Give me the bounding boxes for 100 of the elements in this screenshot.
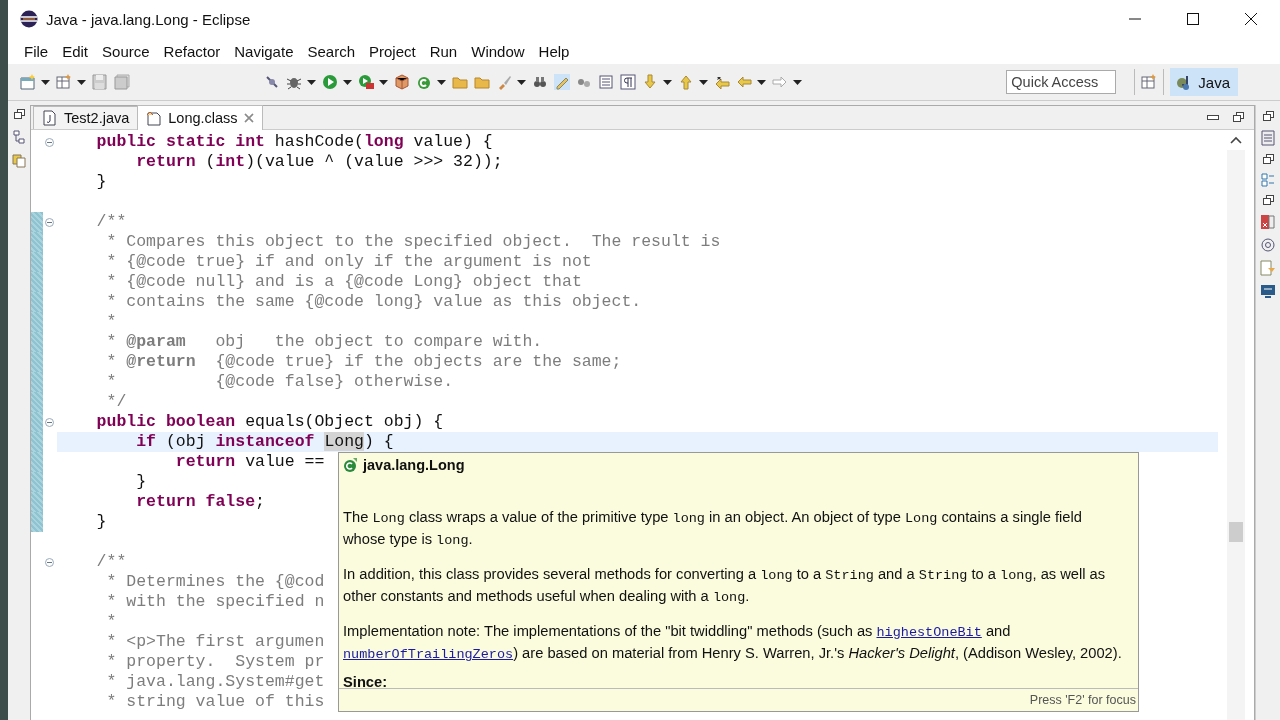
code-line: if (obj instanceof Long) {: [135, 432, 394, 452]
code-line: return (int)(value ^ (value >>> 32));: [135, 152, 503, 172]
code-line: }: [135, 472, 147, 492]
code-line: * {@code null} and is a {@code Long} object that: [105, 272, 582, 292]
dropdown-caret-icon[interactable]: [77, 79, 86, 85]
package-icon[interactable]: [394, 74, 410, 90]
menu-item[interactable]: Navigate: [226, 42, 300, 60]
console-icon[interactable]: [1260, 284, 1276, 300]
eclipse-logo-icon: [20, 10, 38, 28]
dropdown-caret-icon[interactable]: [699, 79, 708, 85]
code-line: * {@code true} if and only if the argument is not: [105, 252, 592, 272]
popup-title: java.lang.Long: [363, 457, 465, 473]
dropdown-caret-icon[interactable]: [517, 79, 526, 85]
code-line: /**: [95, 212, 127, 232]
menu-item[interactable]: Run: [421, 42, 464, 60]
code-line: * property. System pr: [105, 652, 325, 672]
fold-toggle-icon[interactable]: [44, 557, 54, 567]
folder-icon[interactable]: [452, 74, 468, 90]
maximize-icon[interactable]: [1187, 13, 1199, 25]
popup-paragraph: The Long class wraps a value of the primitive type long in an object. An object of type Long contains a single field whose type is long.: [343, 508, 1083, 550]
focus-hint: Press 'F2' for focus: [1029, 693, 1136, 707]
menu-item[interactable]: Source: [94, 42, 156, 60]
new-item-icon[interactable]: [56, 74, 72, 90]
code-line: * with the specified n: [105, 592, 325, 612]
code-line: * contains the same {@code long} value as this object.: [105, 292, 642, 312]
editor-tab[interactable]: Test2.java: [33, 106, 139, 129]
new-file-icon[interactable]: [20, 74, 36, 90]
class-file-icon: [146, 110, 163, 126]
pencil-icon[interactable]: [554, 74, 570, 90]
code-line: public boolean equals(Object obj) {: [95, 412, 444, 432]
code-line: * Compares this object to the specified object. The result is: [105, 232, 721, 252]
down-arrow-icon[interactable]: [642, 74, 658, 90]
dropdown-caret-icon[interactable]: [379, 79, 388, 85]
code-line: /**: [95, 552, 127, 572]
java-file-icon: [42, 110, 58, 126]
popup-paragraph: Implementation note: The implementations of the "bit twiddling" methods (such as highestOneBit and numberOfTrailingZeros) are based on material from Henry S. Warren, Jr.'s Hacker's Delight, (Addison Wesley, 2002).: [343, 622, 1123, 664]
forward-arrow-icon[interactable]: [772, 74, 788, 90]
section-heading: Since:: [343, 675, 389, 687]
dropdown-caret-icon[interactable]: [41, 79, 50, 85]
scroll-up-icon[interactable]: [1230, 136, 1242, 144]
menu-item[interactable]: Help: [530, 42, 576, 60]
fold-toggle-icon[interactable]: [44, 417, 54, 427]
code-line: *: [105, 612, 117, 632]
code-line: * {@code false} otherwise.: [105, 372, 454, 392]
restore-icon[interactable]: [1262, 111, 1274, 122]
restore-icon[interactable]: [1262, 154, 1274, 165]
restore-icon[interactable]: [1262, 195, 1274, 206]
fold-toggle-icon[interactable]: [44, 217, 54, 227]
editor-tab[interactable]: Long.class: [137, 105, 263, 130]
doc-link[interactable]: numberOfTrailingZeros: [343, 647, 514, 662]
binoculars-icon[interactable]: [532, 74, 548, 90]
quick-access-field[interactable]: Quick Access: [1006, 70, 1117, 94]
minimize-icon[interactable]: [1207, 114, 1219, 121]
code-line: return value ==: [174, 452, 325, 472]
open-perspective-icon[interactable]: [1141, 74, 1158, 90]
code-line: public static int hashCode(long value) {: [95, 132, 493, 152]
perspective-button[interactable]: Java: [1170, 68, 1238, 96]
dropdown-caret-icon[interactable]: [757, 79, 766, 85]
menu-item[interactable]: Refactor: [155, 42, 227, 60]
popup-paragraph: In addition, this class provides several methods for converting a long to a String and a String to a long, as well as other constants and methods useful when dealing with a long.: [343, 565, 1107, 607]
close-icon[interactable]: [1245, 13, 1257, 25]
code-line: }: [95, 512, 107, 532]
dropdown-caret-icon[interactable]: [793, 79, 802, 85]
text-block-icon[interactable]: [598, 74, 614, 90]
dropdown-caret-icon[interactable]: [307, 79, 316, 85]
window-title: Java - java.lang.Long - Eclipse: [46, 10, 252, 28]
menu-item[interactable]: Project: [361, 42, 422, 60]
menu-item[interactable]: Window: [463, 42, 531, 60]
dropdown-caret-icon[interactable]: [663, 79, 672, 85]
restore-icon[interactable]: [13, 109, 25, 120]
outline-icon[interactable]: [1261, 173, 1275, 187]
menu-item[interactable]: File: [16, 42, 55, 60]
fold-toggle-icon[interactable]: [44, 137, 54, 147]
pilcrow-icon[interactable]: [620, 74, 636, 90]
code-line: * Determines the {@cod: [105, 572, 325, 592]
run-tool-icon[interactable]: [358, 74, 374, 90]
code-line: * string value of this: [105, 692, 325, 712]
up-arrow-icon[interactable]: [678, 74, 694, 90]
menu-item[interactable]: Search: [299, 42, 361, 60]
code-line: *: [105, 312, 117, 332]
run-icon[interactable]: [322, 74, 338, 90]
copy-icon[interactable]: [12, 154, 26, 168]
code-line: * <p>The first argumen: [105, 632, 325, 652]
doc-link[interactable]: highestOneBit: [876, 625, 982, 640]
code-line: * java.lang.System#get: [105, 672, 325, 692]
dropdown-caret-icon[interactable]: [437, 79, 446, 85]
restore-icon[interactable]: [1233, 112, 1244, 123]
back-edit-icon[interactable]: [714, 74, 730, 90]
menu-item[interactable]: Edit: [54, 42, 95, 60]
class-icon: [343, 458, 357, 472]
back-arrow-icon[interactable]: [736, 74, 752, 90]
folder-icon[interactable]: [474, 74, 490, 90]
code-line: }: [95, 172, 107, 192]
scrollbar-thumb[interactable]: [1229, 522, 1243, 542]
new-class-icon[interactable]: [416, 74, 432, 90]
problems-icon[interactable]: [1260, 214, 1276, 230]
dropdown-caret-icon[interactable]: [343, 79, 352, 85]
code-line: */: [105, 392, 127, 412]
code-line: * @param obj the object to compare with.: [105, 332, 543, 352]
hierarchy-icon[interactable]: [12, 130, 26, 144]
